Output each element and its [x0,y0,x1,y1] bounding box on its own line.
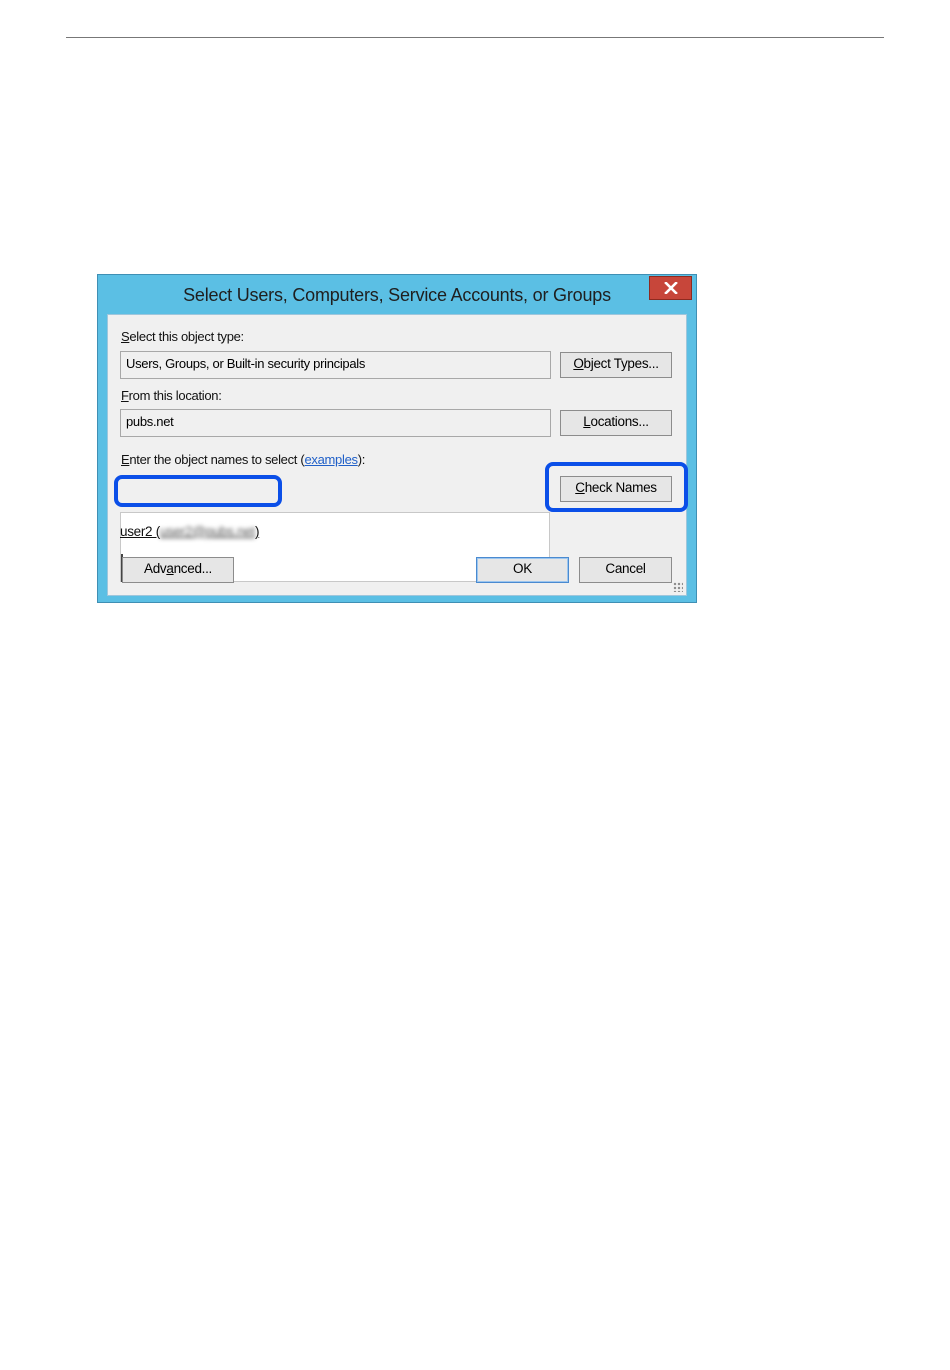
object-names-label: Enter the object names to select (exampl… [121,452,366,467]
blurred-email: user2@pubs.net [159,524,255,539]
page-top-rule [66,37,884,38]
close-icon [663,282,678,294]
dialog-titlebar[interactable]: Select Users, Computers, Service Account… [98,275,696,313]
examples-link[interactable]: examples [304,452,358,467]
object-type-label: Select this object type: [121,329,244,344]
object-types-button[interactable]: Object Types... [560,352,672,378]
cancel-button[interactable]: Cancel [579,557,672,583]
ok-button[interactable]: OK [476,557,569,583]
locations-button[interactable]: Locations... [560,410,672,436]
object-type-field: Users, Groups, or Built-in security prin… [120,351,551,379]
select-users-dialog: Select Users, Computers, Service Account… [97,274,697,603]
resize-grip-icon[interactable] [673,582,683,592]
location-label: From this location: [121,388,222,403]
close-button[interactable] [649,276,692,300]
location-field: pubs.net [120,409,551,437]
dialog-client-area: Select this object type: Users, Groups, … [107,314,687,596]
resolved-name-entry[interactable]: user2 (user2@pubs.net) [120,524,260,539]
dialog-title: Select Users, Computers, Service Account… [183,285,611,305]
check-names-button[interactable]: Check Names [560,476,672,502]
advanced-button[interactable]: Advanced... [122,557,234,583]
